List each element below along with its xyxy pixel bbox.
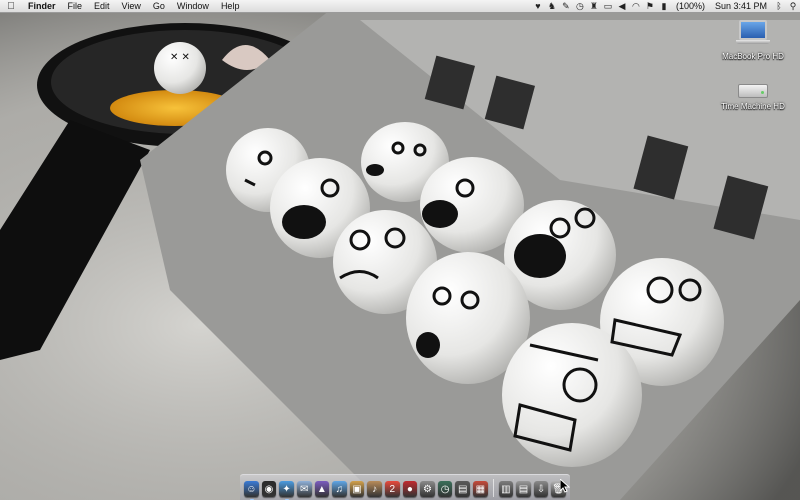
dog-icon[interactable]: ♞ (545, 0, 559, 13)
wallpaper-egg-carton-image: ✕ ✕ (0, 0, 800, 500)
dock-ical-icon[interactable]: 2 (384, 481, 400, 497)
dock-system-preferences-icon[interactable]: ⚙ (420, 481, 435, 497)
status-area: ♥ ♞ ✎ ◷ ♜ ▭ ◀ ◠ ⚑ ▮ (100%) Sun 3:41 PM ᛒ… (531, 0, 800, 13)
dock-applications-stack-icon[interactable]: ▥ (498, 481, 514, 497)
dock-garageband-icon[interactable]: ♪ (367, 481, 382, 497)
desktop-icon-macbook-pro-hd[interactable]: MacBook Pro HD (708, 20, 798, 61)
time-machine-icon[interactable]: ◷ (573, 0, 587, 13)
battery-percent[interactable]: (100%) (671, 0, 710, 13)
dock-itunes-icon[interactable]: ♫ (332, 481, 347, 497)
wifi-icon[interactable]: ◠ (629, 0, 643, 13)
dock-separator (492, 479, 494, 497)
dock-front-row-icon[interactable]: ▤ (455, 481, 470, 497)
dock-photo-booth-icon[interactable]: ● (402, 481, 418, 497)
external-drive-icon (738, 78, 768, 100)
heart-icon[interactable]: ♥ (531, 0, 545, 13)
menu-bar:  Finder File Edit View Go Window Help ♥… (0, 0, 800, 13)
dock-documents-stack-icon[interactable]: ▤ (516, 481, 531, 497)
bluetooth-icon[interactable]: ᛒ (772, 0, 786, 13)
battery-icon[interactable]: ▮ (657, 0, 671, 13)
menu-view[interactable]: View (116, 0, 147, 13)
desktop-icon-time-machine-hd[interactable]: Time Machine HD (708, 78, 798, 111)
apple-icon[interactable]:  (0, 0, 22, 13)
dock-spaces-icon[interactable]: ▦ (472, 481, 488, 497)
menu-app-finder[interactable]: Finder (22, 0, 62, 13)
spotlight-icon[interactable]: ⚲ (786, 0, 800, 13)
hard-drive-laptop-icon (736, 20, 770, 50)
script-icon[interactable]: ✎ (559, 0, 573, 13)
menu-go[interactable]: Go (147, 0, 171, 13)
desktop-icon-label: MacBook Pro HD (722, 52, 784, 61)
svg-text:✕ ✕: ✕ ✕ (170, 52, 190, 63)
menu-help[interactable]: Help (215, 0, 246, 13)
dock: ☺ ◉ ✦ ✉ ▲ ♫ ▣ ♪ 2 ● ⚙ ◷ ▤ ▦ ▥ ▤ ⇩ 🗑 (240, 474, 570, 500)
dock-mail-icon[interactable]: ✉ (296, 481, 312, 497)
dock-time-machine-icon[interactable]: ◷ (437, 481, 453, 497)
menu-edit[interactable]: Edit (88, 0, 116, 13)
dock-dashboard-icon[interactable]: ◉ (261, 481, 277, 497)
dock-finder-icon[interactable]: ☺ (244, 481, 259, 500)
flag-icon[interactable]: ⚑ (643, 0, 657, 13)
display-icon[interactable]: ▭ (601, 0, 615, 13)
dock-downloads-stack-icon[interactable]: ⇩ (533, 481, 549, 497)
mouse-cursor-icon (560, 479, 570, 493)
dock-preview-icon[interactable]: ▲ (314, 481, 330, 497)
bluetooth-text-icon[interactable]: ♜ (587, 0, 601, 13)
dock-iphoto-icon[interactable]: ▣ (349, 481, 365, 497)
menubar-clock[interactable]: Sun 3:41 PM (710, 0, 772, 13)
menu-window[interactable]: Window (171, 0, 215, 13)
dock-safari-icon[interactable]: ✦ (279, 481, 294, 500)
desktop-wallpaper: ✕ ✕ (0, 0, 800, 500)
menu-file[interactable]: File (62, 0, 89, 13)
desktop-icon-label: Time Machine HD (721, 102, 785, 111)
volume-icon[interactable]: ◀ (615, 0, 629, 13)
